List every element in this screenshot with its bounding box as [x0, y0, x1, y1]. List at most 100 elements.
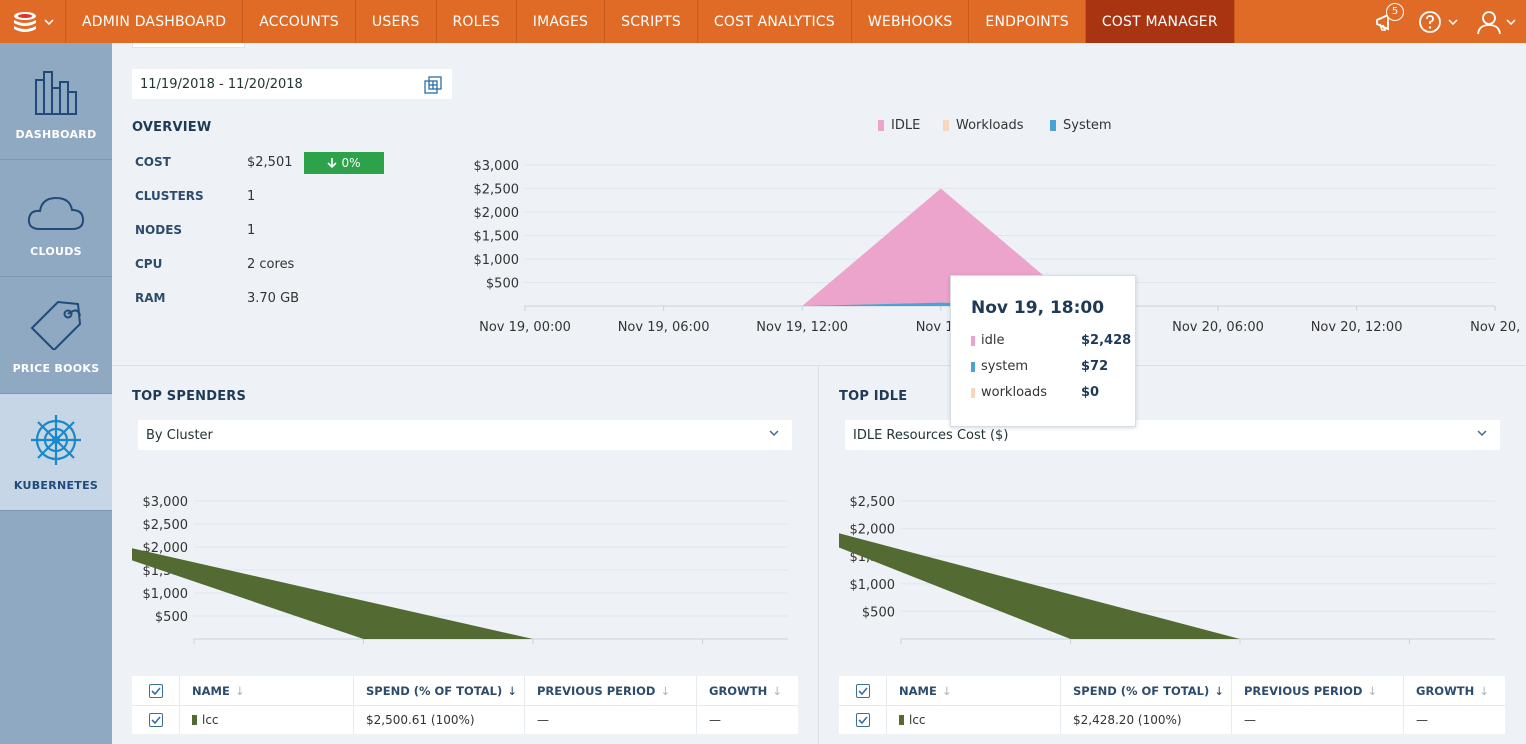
tooltip-swatch — [971, 361, 975, 372]
nav-roles[interactable]: ROLES — [437, 0, 517, 43]
tooltip-label: idle — [981, 333, 1005, 348]
column-header-growth[interactable]: GROWTH ↓ — [1404, 676, 1505, 705]
main-content: 11/19/2018 - 11/20/2018 OVERVIEW COST $2… — [112, 43, 1526, 744]
overview-label-clusters: CLUSTERS — [135, 189, 204, 203]
nav-webhooks[interactable]: WEBHOOKS — [852, 0, 970, 43]
cost-change-badge: 0% — [304, 152, 384, 174]
tooltip-row-system: system $72 — [971, 359, 1121, 374]
cell-growth: — — [1416, 713, 1428, 727]
sort-arrow-icon: ↓ — [772, 683, 782, 698]
area-series-lcc — [132, 548, 533, 639]
checkbox — [855, 683, 870, 698]
checkbox — [148, 683, 163, 698]
nav-users[interactable]: USERS — [356, 0, 437, 43]
y-tick-label: $500 — [486, 277, 519, 292]
section-divider — [112, 365, 1526, 366]
date-range-input[interactable]: 11/19/2018 - 11/20/2018 — [132, 69, 452, 99]
column-header-previous-period[interactable]: PREVIOUS PERIOD ↓ — [525, 676, 697, 705]
column-header-spend[interactable]: SPEND (% OF TOTAL) ↓ — [1061, 676, 1232, 705]
y-tick-label: $2,500 — [143, 518, 189, 533]
nav-accounts[interactable]: ACCOUNTS — [243, 0, 356, 43]
table-row[interactable]: lcc $2,428.20 (100%) — — — [839, 706, 1505, 734]
nav-images[interactable]: IMAGES — [517, 0, 606, 43]
section-divider — [818, 365, 819, 744]
chevron-down-icon — [43, 18, 54, 25]
legend-label: IDLE — [891, 118, 921, 133]
select-all-checkbox[interactable] — [839, 676, 887, 705]
select-all-checkbox[interactable] — [132, 676, 180, 705]
nav-endpoints[interactable]: ENDPOINTS — [969, 0, 1086, 43]
tab-stub — [132, 43, 245, 48]
nav-cost-analytics[interactable]: COST ANALYTICS — [698, 0, 852, 43]
nav-cost-manager[interactable]: COST MANAGER — [1085, 0, 1235, 43]
legend-item-system[interactable]: System — [1050, 118, 1111, 133]
y-tick-label: $2,000 — [850, 523, 896, 538]
x-tick-label: Nov 19, 12:00 — [756, 320, 848, 335]
row-checkbox[interactable] — [839, 706, 887, 734]
x-tick-label: Nov 20, 06:00 — [1172, 320, 1264, 335]
top-spenders-title: TOP SPENDERS — [132, 389, 247, 404]
legend-item-idle[interactable]: IDLE — [878, 118, 920, 133]
series-swatch — [899, 715, 904, 725]
y-tick-label: $1,000 — [143, 587, 189, 602]
row-checkbox[interactable] — [132, 706, 180, 734]
tooltip-label: system — [981, 359, 1028, 374]
nav-admin-dashboard[interactable]: ADMIN DASHBOARD — [66, 0, 244, 43]
cluster-name: lcc — [202, 713, 219, 727]
top-idle-metric-select[interactable]: IDLE Resources Cost ($) — [845, 420, 1500, 450]
tooltip-row-idle: idle $2,428 — [971, 333, 1131, 348]
top-idle-title: TOP IDLE — [839, 389, 908, 404]
user-icon — [1477, 10, 1501, 34]
column-label: PREVIOUS PERIOD — [1244, 683, 1363, 698]
y-tick-label: $1,500 — [474, 230, 520, 245]
sidebar-item-dashboard[interactable]: DASHBOARD — [0, 43, 112, 160]
column-header-previous-period[interactable]: PREVIOUS PERIOD ↓ — [1232, 676, 1404, 705]
column-header-spend[interactable]: SPEND (% OF TOTAL) ↓ — [354, 676, 525, 705]
column-header-name[interactable]: NAME ↓ — [180, 676, 354, 705]
sidebar-item-kubernetes[interactable]: KUBERNETES — [0, 394, 112, 511]
calendar-grid-icon[interactable] — [424, 76, 442, 94]
cell-name: lcc — [180, 706, 354, 734]
area-series-lcc — [839, 533, 1240, 639]
notifications-button[interactable]: 5 — [1374, 2, 1404, 33]
top-idle-table: NAME ↓ SPEND (% OF TOTAL) ↓ PREVIOUS PERIO… — [839, 676, 1505, 734]
cloud-icon — [27, 196, 85, 230]
cell-previous-period: — — [1232, 706, 1404, 734]
table-header: NAME ↓ SPEND (% OF TOTAL) ↓ PREVIOUS PERIO… — [132, 676, 798, 706]
tooltip-row-workloads: workloads $0 — [971, 385, 1121, 400]
tooltip-title: Nov 19, 18:00 — [971, 298, 1105, 318]
checkbox — [148, 713, 163, 727]
y-tick-label: $1,000 — [474, 253, 520, 268]
sidebar-item-clouds[interactable]: CLOUDS — [0, 160, 112, 277]
column-label: GROWTH — [1416, 683, 1475, 698]
column-header-growth[interactable]: GROWTH ↓ — [697, 676, 798, 705]
sidebar-item-price-books[interactable]: PRICE BOOKS — [0, 277, 112, 394]
top-spenders-group-select[interactable]: By Cluster — [138, 420, 792, 450]
legend-swatch — [878, 120, 884, 131]
nav-scripts[interactable]: SCRIPTS — [605, 0, 698, 43]
y-tick-label: $3,000 — [474, 159, 520, 174]
helm-wheel-icon — [31, 415, 81, 465]
tooltip-label: workloads — [981, 385, 1048, 400]
overview-label-cost: COST — [135, 155, 171, 169]
cell-previous-period: — — [525, 706, 697, 734]
chevron-down-icon — [1506, 18, 1516, 25]
app-logo[interactable] — [0, 0, 66, 43]
sort-arrow-icon: ↓ — [507, 683, 517, 698]
chevron-down-icon — [769, 430, 779, 437]
check-icon — [150, 716, 161, 724]
nav-right-tools: 5 — [1374, 0, 1526, 43]
column-header-name[interactable]: NAME ↓ — [887, 676, 1061, 705]
chevron-down-icon — [1448, 18, 1458, 25]
chart-tooltip: Nov 19, 18:00 idle $2,428 system $72 wor… — [950, 275, 1136, 427]
overview-label-cpu: CPU — [135, 257, 163, 271]
table-row[interactable]: lcc $2,500.61 (100%) — — — [132, 706, 798, 734]
cell-spend: $2,500.61 (100%) — [354, 706, 525, 734]
help-button[interactable] — [1418, 10, 1458, 34]
cost-change-value: 0% — [341, 156, 361, 170]
y-tick-label: $2,500 — [850, 495, 896, 510]
overview-value-nodes: 1 — [247, 223, 256, 238]
legend-item-workloads[interactable]: Workloads — [943, 118, 1023, 133]
column-label: NAME — [192, 683, 230, 698]
user-menu-button[interactable] — [1476, 9, 1516, 35]
